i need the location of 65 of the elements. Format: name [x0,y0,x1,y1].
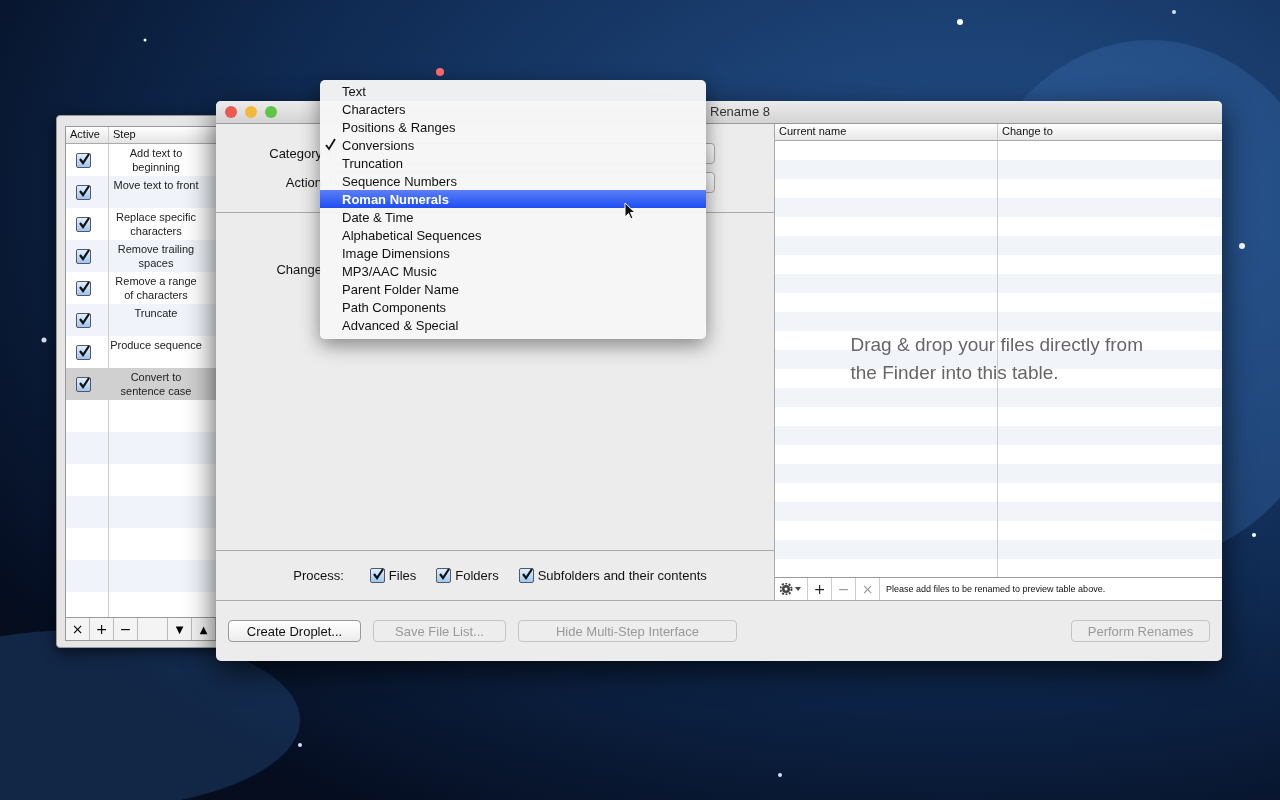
drop-hint: Drag & drop your files directly from the Finder into this table. [850,333,1144,385]
checkbox[interactable] [75,248,91,264]
toolbar-button[interactable]: − [114,618,138,640]
action-button[interactable]: Create Droplet... [228,620,361,642]
step-row[interactable]: Move text to front [66,176,216,208]
menu-item[interactable]: Advanced & Special [320,316,706,334]
menu-item[interactable]: Sequence Numbers [320,172,706,190]
mouse-pointer-icon [624,202,636,220]
toolbar-button[interactable]: + [808,578,832,600]
menu-item[interactable]: Truncation [320,154,706,172]
checkbox[interactable] [369,568,385,583]
column-header[interactable]: Step [109,127,140,143]
field-label: Category [268,146,322,161]
step-row[interactable]: Remove trailing spaces [66,240,216,272]
step-row[interactable]: Add text to beginning [66,144,216,176]
checkbox-label[interactable]: Folders [455,568,499,583]
checkbox-label[interactable]: Subfolders and their contents [537,568,707,583]
step-row[interactable]: Convert to sentence case [66,368,216,400]
checkmark-icon [325,137,337,151]
menu-item[interactable]: Date & Time [320,208,706,226]
checkbox[interactable] [75,344,91,360]
checkbox[interactable] [518,568,534,583]
checkbox[interactable] [75,312,91,328]
step-row[interactable]: Replace specific characters [66,208,216,240]
step-label: Remove trailing spaces [116,242,196,270]
checkbox[interactable] [75,376,91,392]
menu-item[interactable]: Roman Numerals [320,190,706,208]
field-label: Change [275,262,322,277]
step-label: Move text to front [112,178,200,192]
toolbar-button[interactable]: + [90,618,114,640]
step-label: Convert to sentence case [119,370,193,398]
checkbox[interactable] [75,152,91,168]
step-label: Add text to beginning [128,146,184,174]
step-row[interactable]: Truncate [66,304,216,336]
checkbox[interactable] [75,216,91,232]
menu-item[interactable]: MP3/AAC Music [320,262,706,280]
step-label: Truncate [133,306,179,320]
checkbox[interactable] [75,184,91,200]
step-label: Remove a range of characters [114,274,198,302]
menu-item[interactable]: Characters [320,100,706,118]
step-row[interactable]: Remove a range of characters [66,272,216,304]
column-header[interactable]: Current name [775,124,998,140]
checkbox-label[interactable]: Files [388,568,417,583]
menu-item[interactable]: Parent Folder Name [320,280,706,298]
menu-item[interactable]: Positions & Ranges [320,118,706,136]
status-text: Please add files to be renamed to preview table above. [885,584,1106,594]
menu-item[interactable]: Conversions [320,136,706,154]
menu-item[interactable]: Alphabetical Sequences [320,226,706,244]
column-header[interactable]: Change to [998,124,1057,140]
checkbox[interactable] [75,280,91,296]
process-label: Process: [293,568,344,583]
toolbar-button[interactable]: ▼ [168,618,192,640]
step-label: Replace specific characters [114,210,198,238]
toolbar-button[interactable]: × [66,618,90,640]
menu-item[interactable]: Image Dimensions [320,244,706,262]
window-control[interactable] [225,106,237,118]
window-title: Rename 8 [710,104,770,119]
field-label: Action [284,175,322,190]
gear-icon [780,583,802,595]
menu-item[interactable]: Path Components [320,298,706,316]
checkbox[interactable] [436,568,452,583]
menu-item[interactable]: Text [320,82,706,100]
step-label: Produce sequence [110,338,202,352]
step-row[interactable]: Produce sequence [66,336,216,368]
column-header[interactable]: Active [66,127,109,143]
